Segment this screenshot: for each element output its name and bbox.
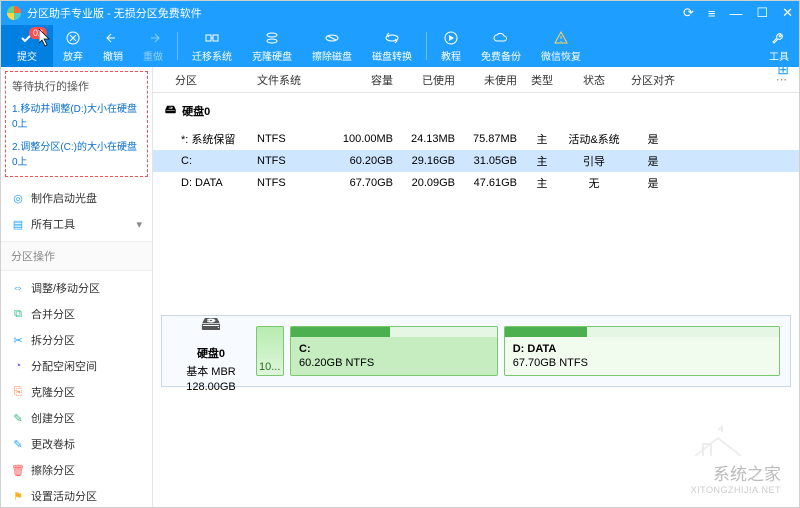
close-icon[interactable]: ✕ (782, 5, 793, 21)
sidebar-item-label: 所有工具 (31, 216, 75, 232)
disk-map: 🖴 硬盘0 基本 MBR 128.00GB 10... C:60.20GB NT… (161, 315, 791, 387)
title-bar: 分区助手专业版 - 无损分区免费软件 ⟳ ≡ — ☐ ✕ (1, 1, 799, 25)
disk-map-reserved[interactable]: 10... (256, 326, 284, 376)
wipe-icon: 🗑 (11, 463, 25, 477)
menu-icon[interactable]: ≡ (708, 6, 716, 21)
window-controls: ⟳ ≡ — ☐ ✕ (683, 5, 793, 21)
col-status[interactable]: 状态 (563, 72, 625, 88)
sidebar-item-label: 创建分区 (31, 410, 75, 426)
allocate-icon: ◔ (11, 359, 25, 373)
cancel-icon (65, 30, 81, 46)
table-row[interactable]: D: DATANTFS67.70GB20.09GB47.61GB主无是 (153, 172, 799, 194)
pending-header: 等待执行的操作 (12, 76, 141, 96)
wrench-icon (771, 30, 787, 46)
split-icon: ✂ (11, 333, 25, 347)
clone-disk-icon (264, 30, 280, 46)
undo-button[interactable]: 撤销 (93, 25, 133, 67)
redo-button[interactable]: 重做 (133, 25, 173, 67)
cloud-icon (493, 30, 509, 46)
toolbar: 02 提交 放弃 撤销 重做 迁移系统 克隆硬盘 擦除磁盘 磁盘转换 教程 免费… (1, 25, 799, 67)
migrate-icon (204, 30, 220, 46)
disk-group-header[interactable]: 🖴 硬盘0 (153, 93, 799, 128)
sidebar-item[interactable]: ✎ 创建分区 (1, 405, 152, 431)
col-type[interactable]: 类型 (521, 72, 563, 88)
commit-badge: 02 (29, 27, 47, 39)
chevron-down-icon: ▾ (136, 218, 142, 231)
hdd-icon: 🖴 (201, 309, 221, 343)
warning-icon (553, 30, 569, 46)
wipe-disk-button[interactable]: 擦除磁盘 (302, 25, 362, 67)
sidebar-item-label: 拆分分区 (31, 332, 75, 348)
sidebar-item-label: 合并分区 (31, 306, 75, 322)
backup-button[interactable]: 免费备份 (471, 25, 531, 67)
table-row[interactable]: *: 系统保留NTFS100.00MB24.13MB75.87MB主活动&系统是 (153, 128, 799, 150)
refresh-icon[interactable]: ⟳ (683, 5, 694, 21)
discard-button[interactable]: 放弃 (53, 25, 93, 67)
redo-icon (145, 30, 161, 46)
sidebar-item[interactable]: ✎ 更改卷标 (1, 431, 152, 457)
main-panel: ⊞ 分区 文件系统 容量 已使用 未使用 类型 状态 分区对齐 ⋯ 🖴 硬盘0 … (153, 67, 799, 507)
sidebar-item-label: 擦除分区 (31, 462, 75, 478)
sidebar-item-label: 更改卷标 (31, 436, 75, 452)
sidebar-item[interactable]: ⧉ 合并分区 (1, 301, 152, 327)
window-title: 分区助手专业版 - 无损分区免费软件 (27, 5, 683, 21)
migrate-os-button[interactable]: 迁移系统 (182, 25, 242, 67)
col-filesystem[interactable]: 文件系统 (253, 72, 325, 88)
sidebar-item[interactable]: ◔ 分配空闲空间 (1, 353, 152, 379)
tutorial-button[interactable]: 教程 (431, 25, 471, 67)
active-icon: ⚑ (11, 489, 25, 503)
sidebar-ops-header: 分区操作 (1, 241, 152, 271)
sidebar-item[interactable]: ⚑ 设置活动分区 (1, 483, 152, 507)
sidebar-item-label: 设置活动分区 (31, 488, 97, 504)
cd-icon: ◎ (11, 191, 25, 205)
pending-op[interactable]: 2.调整分区(C:)的大小在硬盘0上 (12, 134, 141, 172)
sidebar-item-label: 制作启动光盘 (31, 190, 97, 206)
table-header: 分区 文件系统 容量 已使用 未使用 类型 状态 分区对齐 ⋯ (153, 67, 799, 93)
list-icon: ▤ (11, 217, 25, 231)
disk-map-partition-c[interactable]: C:60.20GB NTFS (290, 326, 498, 376)
clone-disk-button[interactable]: 克隆硬盘 (242, 25, 302, 67)
convert-icon (384, 30, 400, 46)
maximize-icon[interactable]: ☐ (756, 5, 768, 21)
sidebar-item[interactable]: ⇔ 调整/移动分区 (1, 275, 152, 301)
undo-icon (105, 30, 121, 46)
apps-icon[interactable]: ⊞ (777, 61, 789, 78)
sidebar-item-label: 克隆分区 (31, 384, 75, 400)
sidebar-item[interactable]: ◎ 制作启动光盘 (1, 185, 152, 211)
resize-icon: ⇔ (11, 281, 25, 295)
pending-op[interactable]: 1.移动并调整(D:)大小在硬盘0上 (12, 96, 141, 134)
sidebar-item[interactable]: ▤ 所有工具 ▾ (1, 211, 152, 237)
minimize-icon[interactable]: — (729, 6, 742, 21)
disk-map-info[interactable]: 🖴 硬盘0 基本 MBR 128.00GB (172, 326, 250, 376)
pending-operations-panel: 等待执行的操作 1.移动并调整(D:)大小在硬盘0上 2.调整分区(C:)的大小… (5, 71, 148, 177)
table-row[interactable]: C:NTFS60.20GB29.16GB31.05GB主引导是 (153, 150, 799, 172)
col-capacity[interactable]: 容量 (325, 72, 397, 88)
wipe-disk-icon (324, 30, 340, 46)
col-used[interactable]: 已使用 (397, 72, 459, 88)
label-icon: ✎ (11, 437, 25, 451)
disk-map-partition-d[interactable]: D: DATA67.70GB NTFS (504, 326, 780, 376)
sidebar-item-label: 调整/移动分区 (31, 280, 100, 296)
sidebar-item[interactable]: ⎘ 克隆分区 (1, 379, 152, 405)
col-free[interactable]: 未使用 (459, 72, 521, 88)
sidebar-item[interactable]: ✂ 拆分分区 (1, 327, 152, 353)
col-more-icon[interactable]: ⋯ (681, 73, 791, 86)
sidebar-item-label: 分配空闲空间 (31, 358, 97, 374)
clone-icon: ⎘ (11, 385, 25, 399)
merge-icon: ⧉ (11, 307, 25, 321)
wechat-recover-button[interactable]: 微信恢复 (531, 25, 591, 67)
col-partition[interactable]: 分区 (153, 72, 253, 88)
disk-icon: 🖴 (165, 101, 176, 120)
convert-disk-button[interactable]: 磁盘转换 (362, 25, 422, 67)
sidebar: 等待执行的操作 1.移动并调整(D:)大小在硬盘0上 2.调整分区(C:)的大小… (1, 67, 153, 507)
create-icon: ✎ (11, 411, 25, 425)
play-icon (443, 30, 459, 46)
commit-button[interactable]: 02 提交 (1, 25, 53, 67)
app-logo-icon (7, 6, 21, 20)
sidebar-item[interactable]: 🗑 擦除分区 (1, 457, 152, 483)
col-align[interactable]: 分区对齐 (625, 72, 681, 88)
